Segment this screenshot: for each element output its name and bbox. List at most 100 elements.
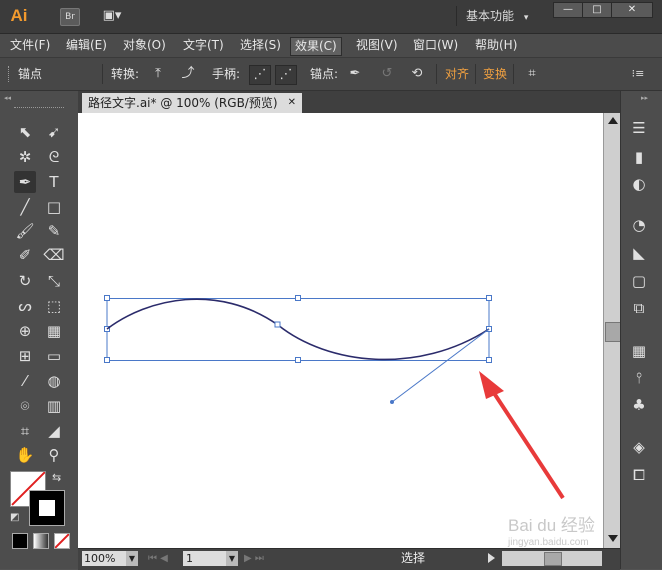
scroll-up-icon[interactable] bbox=[608, 117, 618, 124]
layers-panel-icon[interactable]: ◈ bbox=[628, 436, 650, 458]
line-tool-icon[interactable]: ╱ bbox=[14, 196, 36, 218]
pencil-tool-icon[interactable]: ✎ bbox=[43, 220, 65, 242]
maximize-button[interactable]: □ bbox=[582, 2, 612, 18]
vertical-scrollbar[interactable] bbox=[603, 113, 621, 548]
bbox-handle[interactable] bbox=[295, 357, 301, 363]
transparency-panel-icon[interactable]: ◐ bbox=[628, 173, 650, 195]
free-transform-tool-icon[interactable]: ⬚ bbox=[43, 295, 65, 317]
symbols-panel-icon[interactable]: ♣ bbox=[628, 394, 650, 416]
zoom-dropdown-icon[interactable]: ▼ bbox=[126, 551, 138, 566]
gradient-panel-icon[interactable]: ▮ bbox=[628, 146, 650, 168]
isolate-selection-icon[interactable]: ⌗ bbox=[522, 65, 542, 83]
collapse-arrows-icon[interactable]: ◂◂ bbox=[4, 94, 74, 102]
direct-selection-tool-icon[interactable]: ➹ bbox=[43, 121, 65, 143]
next-last-artboard-icons[interactable]: ▶ ⏭ bbox=[244, 551, 284, 566]
expand-arrows-icon[interactable]: ▸▸ bbox=[641, 94, 659, 102]
scroll-thumb[interactable] bbox=[605, 322, 621, 342]
paintbrush-tool-icon[interactable]: 🖌 bbox=[14, 220, 36, 242]
eyedropper-tool-icon[interactable]: ⁄ bbox=[14, 370, 36, 392]
perspective-grid-tool-icon[interactable]: ▦ bbox=[43, 320, 65, 342]
graphic-styles-panel-icon[interactable]: ▢ bbox=[628, 270, 650, 292]
connect-endpoints-icon[interactable]: ↺ bbox=[377, 65, 397, 83]
pen-tool-icon[interactable]: ✒ bbox=[14, 171, 36, 193]
swap-fill-stroke-icon[interactable]: ⇆ bbox=[52, 471, 66, 485]
menu-file[interactable]: 文件(F) bbox=[6, 37, 54, 54]
zoom-level-field[interactable]: 100% bbox=[82, 551, 126, 566]
appearance-panel-icon[interactable]: ◣ bbox=[628, 242, 650, 264]
default-colors-icon[interactable]: ◩ bbox=[10, 512, 22, 524]
bbox-handle[interactable] bbox=[486, 295, 492, 301]
color-mode-icon[interactable] bbox=[12, 533, 28, 549]
anchor-point[interactable] bbox=[274, 321, 281, 328]
hide-handles-icon[interactable]: ⋰ bbox=[275, 65, 297, 85]
menu-edit[interactable]: 编辑(E) bbox=[62, 37, 111, 54]
grip-handle[interactable] bbox=[14, 107, 64, 112]
grip-handle[interactable] bbox=[8, 66, 12, 82]
artboard-tool-icon[interactable]: ⌗ bbox=[14, 420, 36, 442]
hand-tool-icon[interactable]: ✋ bbox=[14, 444, 36, 466]
transform-link[interactable]: 变换 bbox=[483, 66, 507, 82]
selection-tool-icon[interactable]: ⬉ bbox=[14, 121, 36, 143]
menu-help[interactable]: 帮助(H) bbox=[471, 37, 521, 54]
document-tab[interactable]: 路径文字.ai* @ 100% (RGB/预览) ✕ bbox=[82, 93, 302, 113]
bbox-handle[interactable] bbox=[295, 295, 301, 301]
none-mode-icon[interactable] bbox=[54, 533, 70, 549]
bridge-button[interactable]: Br bbox=[60, 8, 80, 26]
scroll-down-icon[interactable] bbox=[608, 535, 618, 542]
mesh-tool-icon[interactable]: ⊞ bbox=[14, 345, 36, 367]
zoom-tool-icon[interactable]: ⚲ bbox=[43, 444, 65, 466]
bbox-handle[interactable] bbox=[104, 357, 110, 363]
convert-corner-icon[interactable]: ⤒ bbox=[148, 65, 168, 83]
minimize-button[interactable]: — bbox=[553, 2, 583, 18]
bbox-handle[interactable] bbox=[104, 295, 110, 301]
align-link[interactable]: 对齐 bbox=[445, 66, 469, 82]
close-icon[interactable]: ✕ bbox=[288, 93, 296, 113]
menu-effect[interactable]: 效果(C) bbox=[290, 37, 342, 56]
menu-object[interactable]: 对象(O) bbox=[119, 37, 170, 54]
menu-type[interactable]: 文字(T) bbox=[179, 37, 228, 54]
color-guide-panel-icon[interactable]: ◔ bbox=[628, 214, 650, 236]
blob-brush-tool-icon[interactable]: ✐ bbox=[14, 244, 36, 266]
shape-builder-tool-icon[interactable]: ⊕ bbox=[14, 320, 36, 342]
convert-smooth-icon[interactable]: ⤴ bbox=[178, 65, 198, 83]
gradient-tool-icon[interactable]: ▭ bbox=[43, 345, 65, 367]
panel-menu-icon[interactable]: ⁝≡ bbox=[628, 65, 648, 83]
horizontal-scrollbar[interactable] bbox=[502, 551, 602, 566]
h-scroll-thumb[interactable] bbox=[544, 552, 562, 566]
brushes-panel-icon[interactable]: ⫯ bbox=[628, 367, 650, 389]
remove-anchor-icon[interactable]: ✒ bbox=[345, 65, 365, 83]
lasso-tool-icon[interactable]: ᘓ bbox=[43, 146, 65, 168]
first-prev-artboard-icons[interactable]: ⏮ ◀ bbox=[148, 551, 188, 566]
close-button[interactable]: ✕ bbox=[611, 2, 653, 18]
wave-path[interactable] bbox=[106, 298, 490, 361]
cut-path-icon[interactable]: ⟲ bbox=[407, 65, 427, 83]
slice-tool-icon[interactable]: ◢ bbox=[43, 420, 65, 442]
artboard-canvas[interactable]: Bai du 经验 jingyan.baidu.com bbox=[78, 113, 603, 548]
menu-view[interactable]: 视图(V) bbox=[352, 37, 402, 54]
gradient-mode-icon[interactable] bbox=[33, 533, 49, 549]
panel-menu-icon[interactable]: ☰ bbox=[628, 117, 650, 139]
stroke-swatch[interactable] bbox=[29, 490, 65, 526]
magic-wand-tool-icon[interactable]: ✲ bbox=[14, 146, 36, 168]
warp-tool-icon[interactable]: ᔕ bbox=[14, 295, 36, 317]
artboards-panel-icon[interactable]: ⧠ bbox=[628, 464, 650, 486]
bbox-handle[interactable] bbox=[486, 357, 492, 363]
workspace-switcher[interactable]: 基本功能 ▾ bbox=[466, 5, 544, 27]
rectangle-tool-icon[interactable]: □ bbox=[43, 196, 65, 218]
pathfinder-panel-icon[interactable]: ⧉ bbox=[628, 297, 650, 319]
rotate-tool-icon[interactable]: ↻ bbox=[14, 270, 36, 292]
column-graph-tool-icon[interactable]: ▥ bbox=[43, 395, 65, 417]
symbol-sprayer-tool-icon[interactable]: ⌾ bbox=[14, 395, 36, 417]
swatches-panel-icon[interactable]: ▦ bbox=[628, 340, 650, 362]
menu-window[interactable]: 窗口(W) bbox=[409, 37, 462, 54]
scale-tool-icon[interactable]: ⤡ bbox=[43, 270, 65, 292]
menu-select[interactable]: 选择(S) bbox=[236, 37, 285, 54]
artboard-number-field[interactable]: 1 bbox=[183, 551, 226, 566]
show-handles-icon[interactable]: ⋰ bbox=[249, 65, 271, 85]
arrange-documents-button[interactable]: ▣▾ bbox=[98, 8, 126, 24]
blend-tool-icon[interactable]: ◍ bbox=[43, 370, 65, 392]
status-menu-icon[interactable] bbox=[488, 553, 495, 563]
type-tool-icon[interactable]: T bbox=[43, 171, 65, 193]
artboard-dropdown-icon[interactable]: ▼ bbox=[226, 551, 238, 566]
direction-handle-point[interactable] bbox=[390, 400, 394, 404]
